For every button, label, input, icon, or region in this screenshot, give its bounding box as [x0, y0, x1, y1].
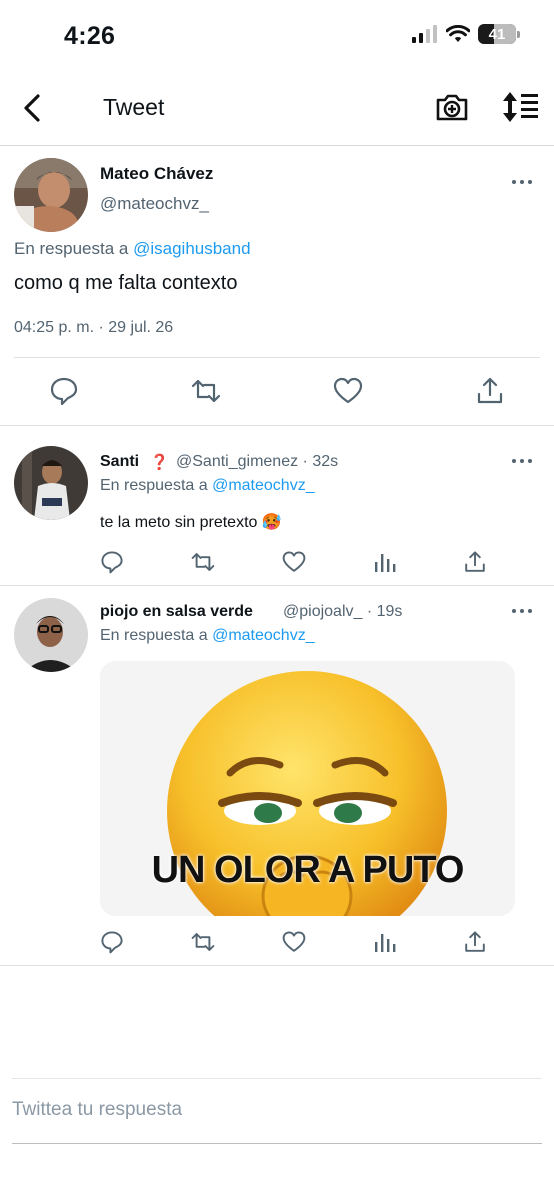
- status-bar: 4:26 41: [0, 0, 554, 72]
- more-options-icon[interactable]: [512, 609, 532, 615]
- retweet-icon[interactable]: [191, 550, 215, 574]
- tweet-image[interactable]: UN OLOR A PUTO: [100, 661, 515, 916]
- tweet-age: · 32s: [302, 453, 339, 470]
- reply-icon[interactable]: [100, 930, 124, 954]
- reply-icon[interactable]: [49, 376, 79, 406]
- reply-context: En respuesta a @mateochvz_: [100, 477, 315, 495]
- reply-icon[interactable]: [100, 550, 124, 574]
- status-time: 4:26: [64, 22, 116, 50]
- meme-caption: UN OLOR A PUTO: [151, 849, 465, 891]
- tweet-text: te la meto sin pretexto 🥵: [100, 514, 282, 531]
- tweet-age: · 19s: [366, 603, 403, 620]
- views-icon[interactable]: [373, 550, 397, 574]
- author-handle: @piojoalv_ · 19s: [283, 603, 402, 621]
- reply-context: En respuesta a @isagihusband: [14, 239, 251, 259]
- like-icon[interactable]: [333, 376, 363, 406]
- main-tweet: Mateo Chávez @mateochvz_ En respuesta a …: [0, 146, 554, 426]
- author-badge: ❓: [150, 454, 169, 471]
- author-handle[interactable]: @mateochvz_: [100, 194, 209, 214]
- signal-icon: [412, 25, 437, 43]
- reply-prefix: En respuesta a: [100, 627, 208, 644]
- page-title: Tweet: [103, 94, 165, 120]
- reply-tweet[interactable]: Santi ❓ @Santi_gimenez · 32s En respuest…: [0, 426, 554, 586]
- avatar[interactable]: [14, 158, 88, 232]
- reply-prefix: En respuesta a: [14, 239, 129, 258]
- author-name[interactable]: Santi: [100, 453, 139, 471]
- retweet-icon[interactable]: [191, 376, 221, 406]
- status-icons: 41: [412, 24, 520, 44]
- author-name[interactable]: piojo en salsa verde: [100, 603, 253, 621]
- reply-tweet[interactable]: piojo en salsa verde @piojoalv_ · 19s En…: [0, 586, 554, 966]
- reply-mention-link[interactable]: @isagihusband: [133, 239, 250, 258]
- divider: [14, 357, 540, 358]
- author-handle: @Santi_gimenez · 32s: [176, 453, 338, 471]
- like-icon[interactable]: [282, 550, 306, 574]
- handle-text[interactable]: @piojoalv_: [283, 603, 362, 620]
- share-icon[interactable]: [463, 550, 487, 574]
- reply-mention-link[interactable]: @mateochvz_: [212, 627, 315, 644]
- handle-text[interactable]: @Santi_gimenez: [176, 453, 298, 470]
- like-icon[interactable]: [282, 930, 306, 954]
- nav-header: Tweet: [0, 72, 554, 146]
- reply-context: En respuesta a @mateochvz_: [100, 627, 315, 645]
- author-name[interactable]: Mateo Chávez: [100, 164, 213, 184]
- reply-composer: [12, 1078, 542, 1144]
- tweet-timestamp: 04:25 p. m. · 29 jul. 26: [14, 319, 174, 336]
- more-options-icon[interactable]: [512, 180, 532, 186]
- views-icon[interactable]: [373, 930, 397, 954]
- battery-icon: 41: [478, 24, 520, 44]
- more-options-icon[interactable]: [512, 459, 532, 465]
- wifi-icon: [446, 25, 470, 42]
- avatar[interactable]: [14, 446, 88, 520]
- back-arrow-icon[interactable]: [18, 92, 48, 124]
- tweet-text: como q me falta contexto: [14, 272, 238, 294]
- share-icon[interactable]: [475, 376, 505, 406]
- battery-percent: 41: [488, 25, 506, 43]
- share-icon[interactable]: [463, 930, 487, 954]
- retweet-icon[interactable]: [191, 930, 215, 954]
- reply-prefix: En respuesta a: [100, 477, 208, 494]
- sort-icon[interactable]: [500, 90, 540, 124]
- avatar[interactable]: [14, 598, 88, 672]
- reply-mention-link[interactable]: @mateochvz_: [212, 477, 315, 494]
- reply-input[interactable]: [12, 1099, 542, 1121]
- camera-plus-icon[interactable]: [435, 90, 469, 124]
